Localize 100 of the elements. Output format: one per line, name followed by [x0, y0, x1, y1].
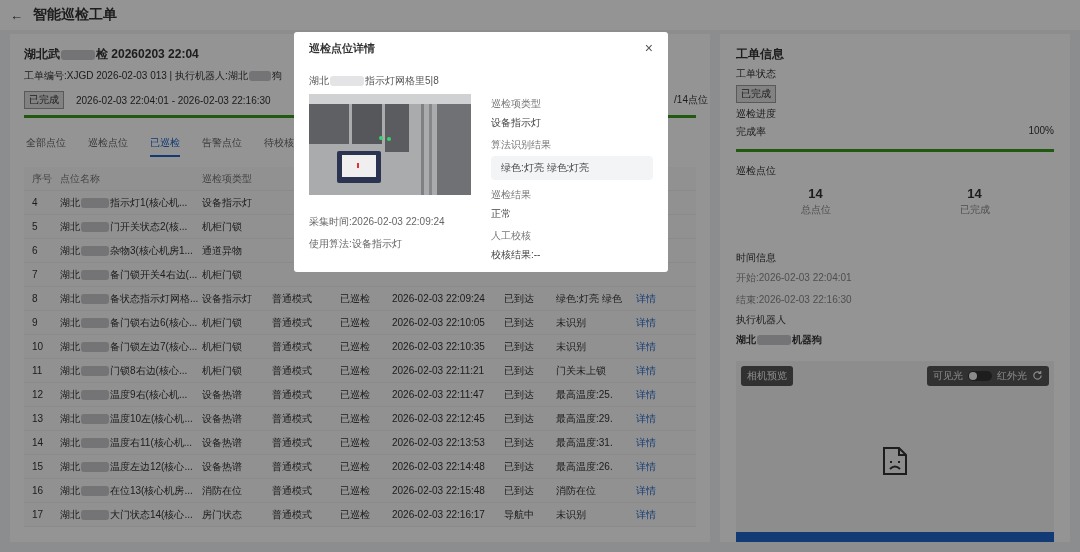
- details-link[interactable]: 详情: [636, 291, 666, 306]
- details-link[interactable]: 详情: [636, 315, 666, 330]
- end-time: 结束:2026-02-03 22:16:30: [736, 292, 853, 307]
- location-text: 指示灯网格里5|8: [365, 74, 439, 88]
- blurred-text: [757, 334, 791, 345]
- table-cell-text: 2026-02-03 22:15:48: [392, 485, 486, 496]
- table-cell-text: 已巡检: [340, 507, 371, 522]
- table-cell: 湖北: [60, 339, 80, 354]
- table-cell: 备状态指示灯网格...: [110, 291, 199, 306]
- blurred-text: [81, 461, 109, 472]
- table-cell-text: 未识别: [556, 507, 587, 522]
- table-cell-text: 机柜门锁: [202, 339, 243, 354]
- order-title: 湖北武: [24, 46, 60, 63]
- blurred-text: [81, 317, 109, 328]
- table-cell-text: 2026-02-03 22:11:47: [392, 389, 486, 400]
- refresh-icon[interactable]: [1032, 370, 1043, 382]
- tab[interactable]: 告警点位: [202, 136, 242, 157]
- table-cell-text: 机柜门锁: [202, 219, 243, 234]
- table-cell-text: 普通模式: [272, 435, 313, 450]
- table-cell: 温度右11(核心机...: [110, 435, 193, 450]
- order-meta: 工单编号:XJGD 2026-02-03 013 | 执行机器人:湖北: [24, 69, 248, 83]
- details-link[interactable]: 详情: [636, 339, 666, 354]
- table-cell-text: 普通模式: [272, 507, 313, 522]
- table-cell-text: 绿色:灯亮 绿色: [556, 291, 623, 306]
- table-cell-text: 5: [32, 221, 39, 232]
- table-cell-text: 最高温度:25.: [556, 387, 614, 402]
- tab[interactable]: 已巡检: [150, 136, 180, 157]
- table-cell: 湖北: [60, 507, 80, 522]
- field-value: 校核结果:--: [491, 248, 542, 262]
- table-cell-text: 房门状态: [202, 507, 243, 522]
- field-label: 巡检结果: [491, 188, 532, 202]
- robot-name: 湖北: [736, 332, 756, 347]
- table-cell-text: 已巡检: [340, 483, 371, 498]
- tab[interactable]: 巡检点位: [88, 136, 128, 157]
- result-box: 绿色:灯亮 绿色:灯亮: [491, 156, 653, 180]
- details-link[interactable]: 详情: [636, 483, 666, 498]
- section-label: 执行机器人: [736, 312, 787, 327]
- table-cell: 指示灯1(核心机...: [110, 195, 188, 210]
- status-tag: 已完成: [24, 91, 64, 109]
- table-cell-text: 设备热谱: [202, 387, 243, 402]
- rate-value: 100%: [1028, 125, 1054, 138]
- camera-badge: 相机预览: [741, 365, 793, 386]
- algorithm-text: 使用算法:设备指示灯: [309, 237, 403, 251]
- field-value: 设备指示灯: [491, 116, 542, 130]
- table-cell-text: 2026-02-03 22:10:05: [392, 317, 486, 328]
- table-cell-text: 13: [32, 413, 45, 424]
- table-cell-text: 已到达: [504, 411, 535, 426]
- details-link[interactable]: 详情: [636, 459, 666, 474]
- table-cell-text: 4: [32, 197, 39, 208]
- details-link[interactable]: 详情: [636, 363, 666, 378]
- table-cell-text: 已到达: [504, 363, 535, 378]
- blurred-text: [81, 293, 109, 304]
- details-link[interactable]: 详情: [636, 435, 666, 450]
- table-cell-text: 设备热谱: [202, 459, 243, 474]
- table-cell-text: 已巡检: [340, 363, 371, 378]
- start-time: 开始:2026-02-03 22:04:01: [736, 270, 853, 285]
- section-label: 时间信息: [736, 250, 777, 265]
- table-cell-text: 10: [32, 341, 45, 352]
- table-cell-text: 设备热谱: [202, 411, 243, 426]
- table-cell-text: 消防在位: [556, 483, 597, 498]
- table-cell-text: 已巡检: [340, 387, 371, 402]
- table-cell: 门锁8右边(核心...: [110, 363, 188, 378]
- blurred-text: [81, 365, 109, 376]
- robot-name: 机器狗: [792, 332, 822, 347]
- details-link[interactable]: 详情: [636, 411, 666, 426]
- tab[interactable]: 待校核: [264, 136, 294, 157]
- table-cell-text: 2026-02-03 22:10:35: [392, 341, 486, 352]
- light-switch[interactable]: [968, 370, 992, 381]
- table-cell: 备门锁右边6(核心...: [110, 315, 198, 330]
- table-cell-text: 消防在位: [202, 483, 243, 498]
- back-button[interactable]: ←: [10, 7, 23, 23]
- blurred-text: [81, 437, 109, 448]
- table-cell: 杂物3(核心机房1...: [110, 243, 193, 258]
- table-cell-text: 已到达: [504, 315, 535, 330]
- page-title: 智能巡检工单: [33, 6, 117, 24]
- location-text: 湖北: [309, 74, 329, 88]
- order-title: 检 20260203 22:04: [96, 46, 199, 63]
- blurred-text: [61, 49, 95, 60]
- table-cell: 湖北: [60, 387, 80, 402]
- table-cell-text: 12: [32, 389, 45, 400]
- table-cell-text: 2026-02-03 22:12:45: [392, 413, 486, 424]
- tab[interactable]: 全部点位: [26, 136, 66, 157]
- table-cell-text: 已到达: [504, 459, 535, 474]
- table-cell-text: 最高温度:31.: [556, 435, 614, 450]
- table-cell-text: 已巡检: [340, 435, 371, 450]
- details-link[interactable]: 详情: [636, 387, 666, 402]
- table-cell-text: 已到达: [504, 339, 535, 354]
- table-cell-text: 2026-02-03 22:11:21: [392, 365, 486, 376]
- table-cell-text: 未识别: [556, 339, 587, 354]
- table-cell: 备门锁开关4右边(...: [110, 267, 198, 282]
- blurred-text: [248, 71, 271, 81]
- table-cell-text: 15: [32, 461, 45, 472]
- close-button[interactable]: ×: [644, 40, 653, 56]
- details-link[interactable]: 详情: [636, 507, 666, 522]
- blurred-text: [81, 485, 109, 496]
- table-cell-text: 普通模式: [272, 387, 313, 402]
- stat-value: 14: [967, 185, 982, 201]
- table-cell: 湖北: [60, 363, 80, 378]
- column-header: 点位名称: [60, 171, 101, 186]
- blurred-text: [81, 389, 109, 400]
